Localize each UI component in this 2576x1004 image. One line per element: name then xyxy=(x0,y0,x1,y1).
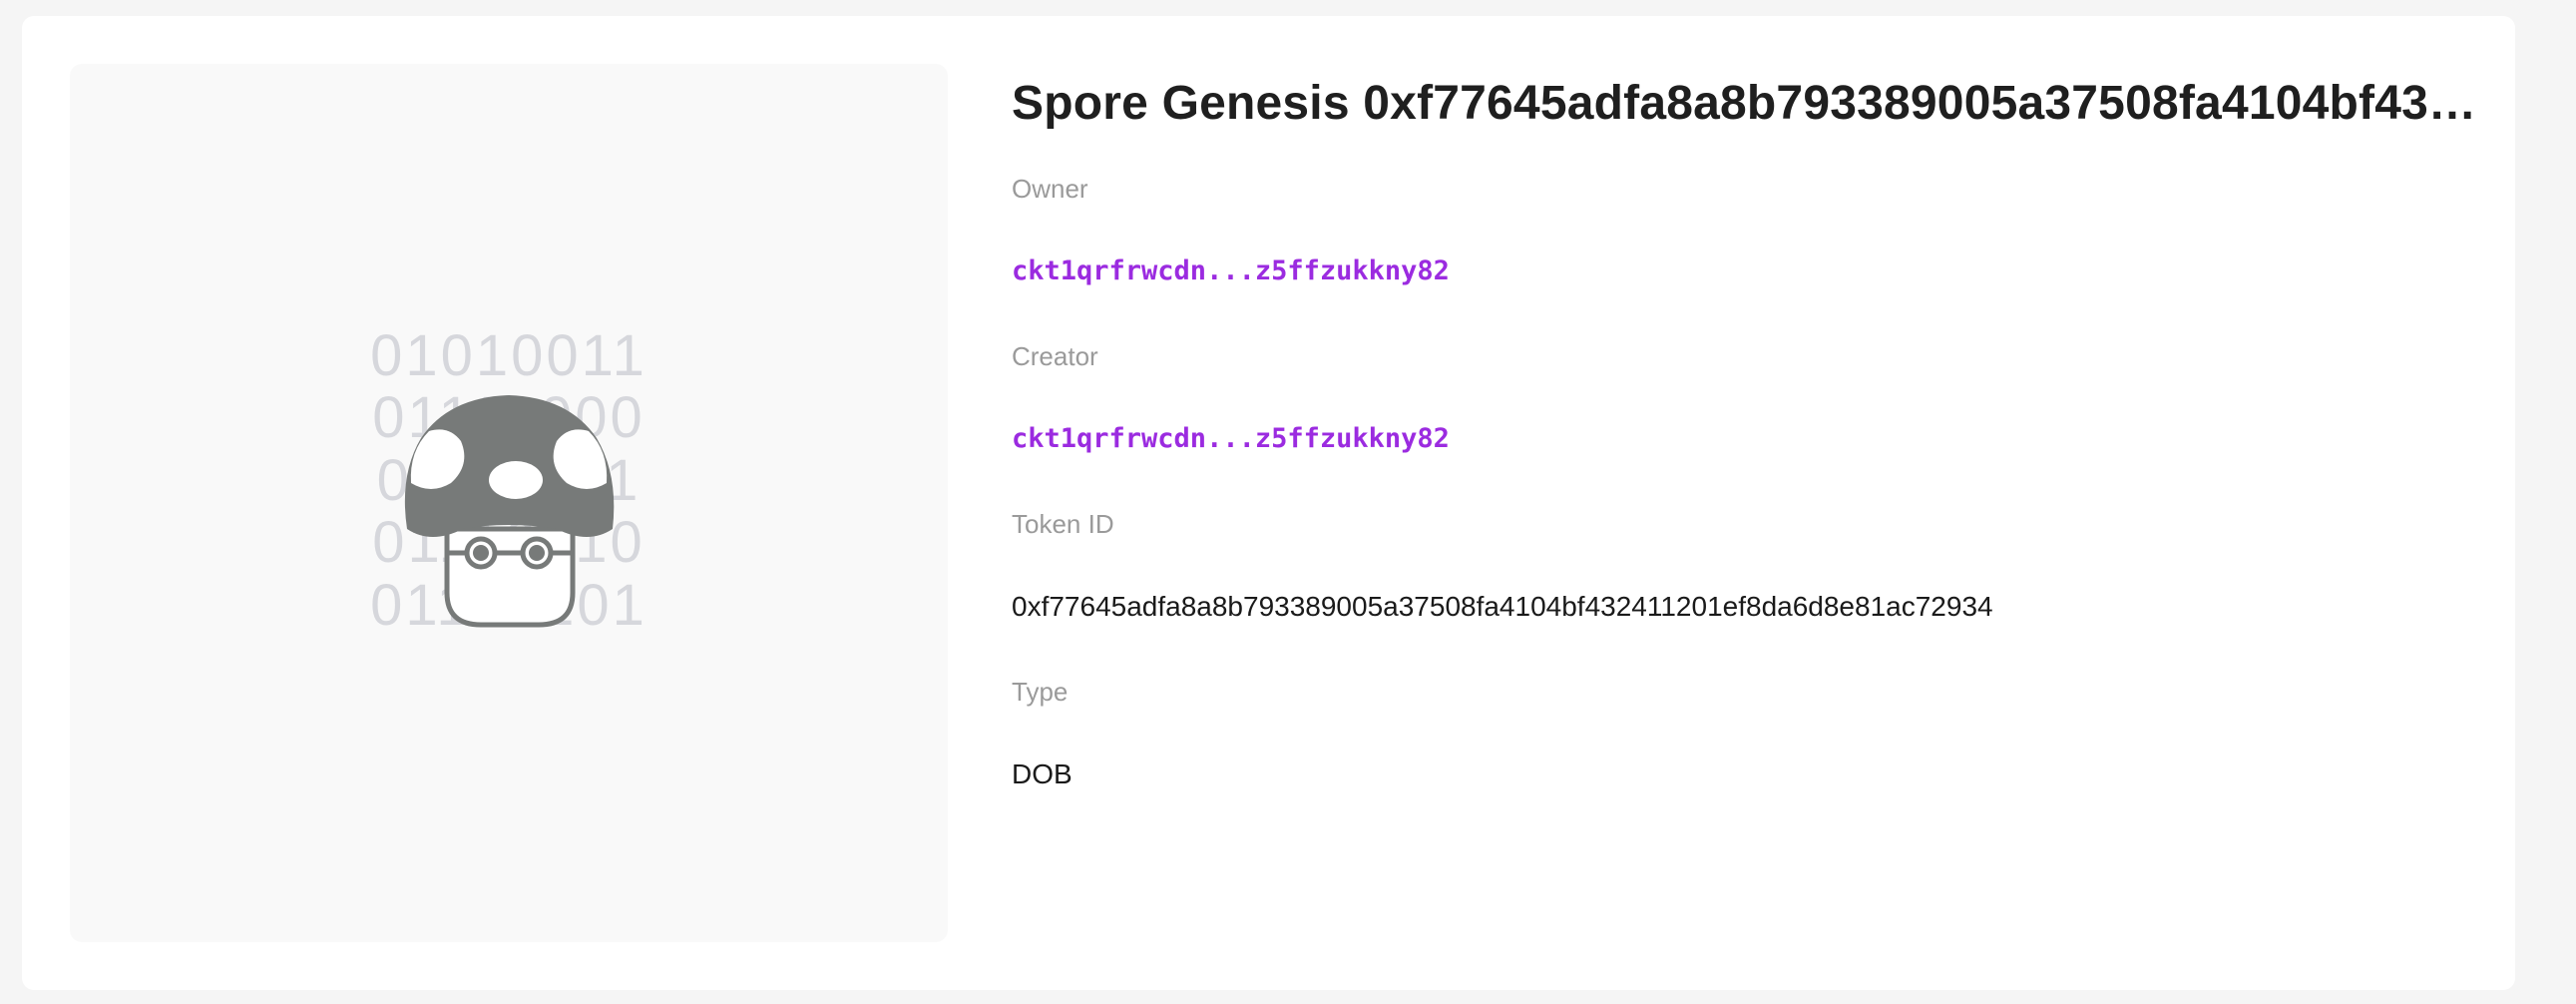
token-id-label: Token ID xyxy=(1012,509,1114,539)
creator-address-link[interactable]: ckt1qrfrwcdn...z5ffzukkny82 xyxy=(1012,423,1450,454)
page-title: Spore Genesis 0xf77645adfa8a8b793389005a… xyxy=(1012,77,2498,130)
binary-line: 01010011 xyxy=(370,323,647,388)
spore-detail-card: 01010011 01110000 01101111 01110010 0110… xyxy=(22,16,2515,990)
spore-info: Spore Genesis 0xf77645adfa8a8b793389005a… xyxy=(1012,64,2498,789)
type-label: Type xyxy=(1012,677,1069,707)
creator-label: Creator xyxy=(1012,341,1098,371)
spore-placeholder-image: 01010011 01110000 01101111 01110010 0110… xyxy=(370,323,647,638)
token-id-value: 0xf77645adfa8a8b793389005a37508fa4104bf4… xyxy=(1012,591,1993,622)
owner-address-link[interactable]: ckt1qrfrwcdn...z5ffzukkny82 xyxy=(1012,255,1450,286)
owner-label: Owner xyxy=(1012,174,1088,204)
spore-preview: 01010011 01110000 01101111 01110010 0110… xyxy=(70,64,948,942)
type-value: DOB xyxy=(1012,758,1073,789)
